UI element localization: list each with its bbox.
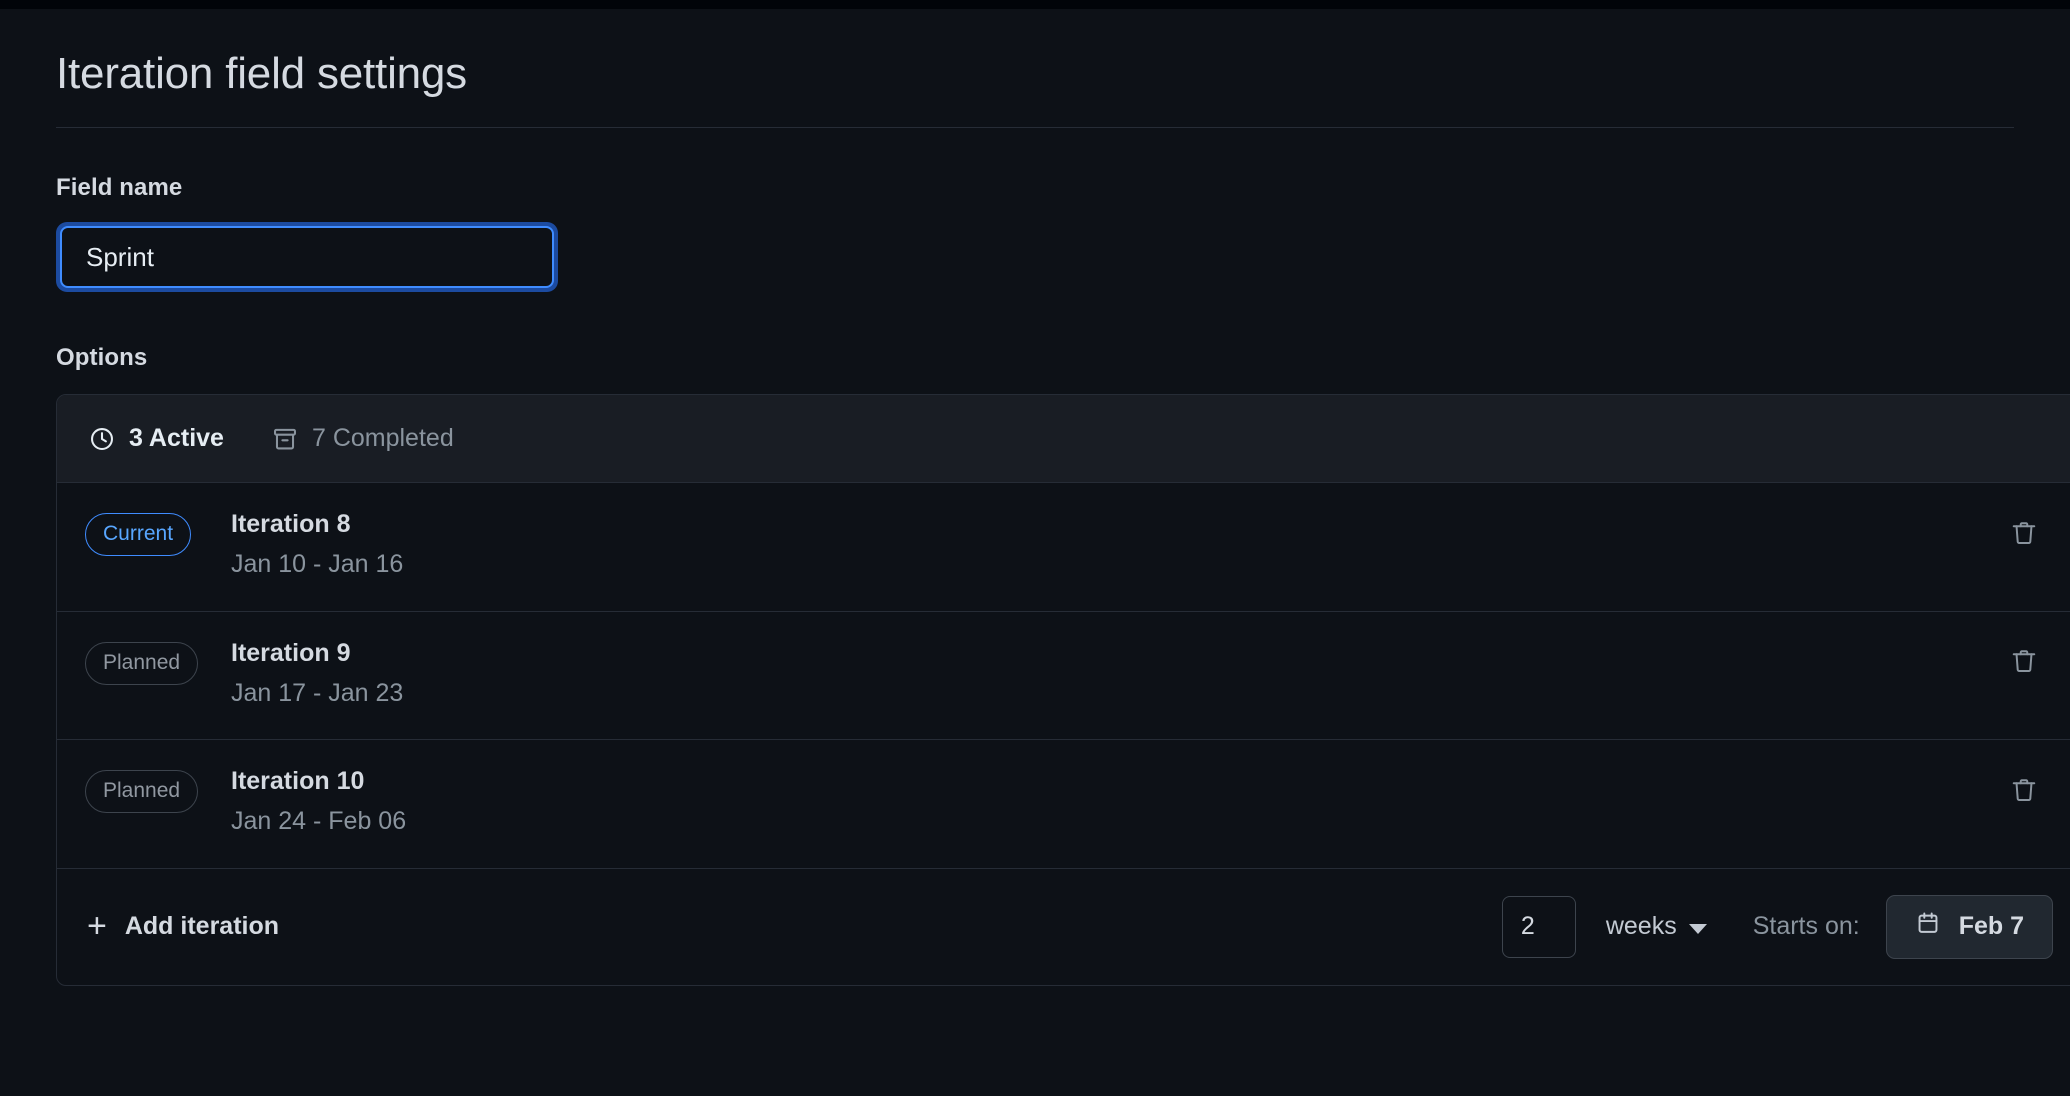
start-date-button[interactable]: Feb 7: [1885, 894, 2053, 959]
delete-iteration-button[interactable]: [2003, 770, 2045, 812]
top-chrome-strip: [0, 0, 2070, 9]
page-title: Iteration field settings: [56, 49, 467, 98]
status-badge: Planned: [85, 770, 199, 813]
add-iteration-label: Add iteration: [124, 912, 280, 940]
duration-unit-select[interactable]: weeks: [1602, 906, 1711, 947]
iteration-row: Current Iteration 8 Jan 10 - Jan 16: [57, 483, 2070, 612]
delete-iteration-button[interactable]: [2003, 513, 2045, 555]
delete-iteration-button[interactable]: [2003, 642, 2045, 684]
iteration-row: Planned Iteration 10 Jan 24 - Feb 06: [57, 740, 2070, 869]
clock-icon: [89, 426, 115, 452]
add-iteration-button[interactable]: + Add iteration: [85, 908, 281, 945]
starts-on-label: Starts on:: [1752, 912, 1860, 940]
iteration-title: Iteration 9: [231, 638, 351, 667]
app-root: Iteration field settings Field name Opti…: [0, 0, 2070, 1096]
iteration-duration-controls: weeks Starts on:: [1501, 894, 2053, 959]
plus-icon: +: [87, 906, 107, 945]
iteration-row: Planned Iteration 9 Jan 17 - Jan 23: [57, 612, 2070, 740]
iteration-info: Iteration 9 Jan 17 - Jan 23: [231, 638, 2053, 710]
status-badge: Planned: [85, 641, 199, 685]
trash-icon: [2010, 647, 2038, 678]
trash-icon: [2010, 519, 2038, 550]
field-name-label: Field name: [56, 174, 183, 201]
field-name-input[interactable]: [60, 226, 554, 288]
tab-active-label: 3 Active: [129, 424, 224, 452]
iteration-title: Iteration 8: [231, 510, 351, 538]
chevron-down-icon: [1688, 923, 1707, 934]
start-date-label: Feb 7: [1958, 912, 2024, 940]
archive-icon: [272, 426, 298, 452]
tab-active-iterations[interactable]: 3 Active: [89, 424, 224, 453]
options-section: Options 3 Active 7 Completed Current Ite…: [56, 292, 2070, 986]
iteration-badge-cell: Planned: [85, 638, 231, 685]
iteration-badge-cell: Current: [85, 509, 231, 556]
iteration-dates: Jan 17 - Jan 23: [231, 678, 404, 707]
iteration-dates: Jan 24 - Feb 06: [231, 807, 407, 836]
field-name-section: Field name: [56, 128, 2014, 292]
iteration-title: Iteration 10: [231, 767, 365, 795]
trash-icon: [2010, 776, 2038, 807]
calendar-icon: [1915, 910, 1941, 943]
status-badge: Current: [85, 513, 192, 556]
iteration-info: Iteration 8 Jan 10 - Jan 16: [231, 509, 2053, 581]
options-footer: + Add iteration weeks Starts on:: [57, 869, 2070, 985]
tab-completed-label: 7 Completed: [311, 424, 454, 452]
iteration-dates: Jan 10 - Jan 16: [231, 550, 404, 579]
iteration-badge-cell: Planned: [85, 766, 231, 813]
duration-unit-label: weeks: [1605, 912, 1677, 940]
field-name-input-focus-ring: [56, 222, 558, 292]
options-tabs: 3 Active 7 Completed: [57, 395, 2070, 483]
options-label: Options: [56, 344, 148, 371]
options-panel: 3 Active 7 Completed Current Iteration 8…: [56, 394, 2070, 986]
tab-completed-iterations[interactable]: 7 Completed: [272, 424, 454, 453]
settings-page: Iteration field settings Field name Opti…: [0, 9, 2070, 986]
duration-value-input[interactable]: [1501, 895, 1576, 958]
iteration-info: Iteration 10 Jan 24 - Feb 06: [231, 766, 2053, 838]
